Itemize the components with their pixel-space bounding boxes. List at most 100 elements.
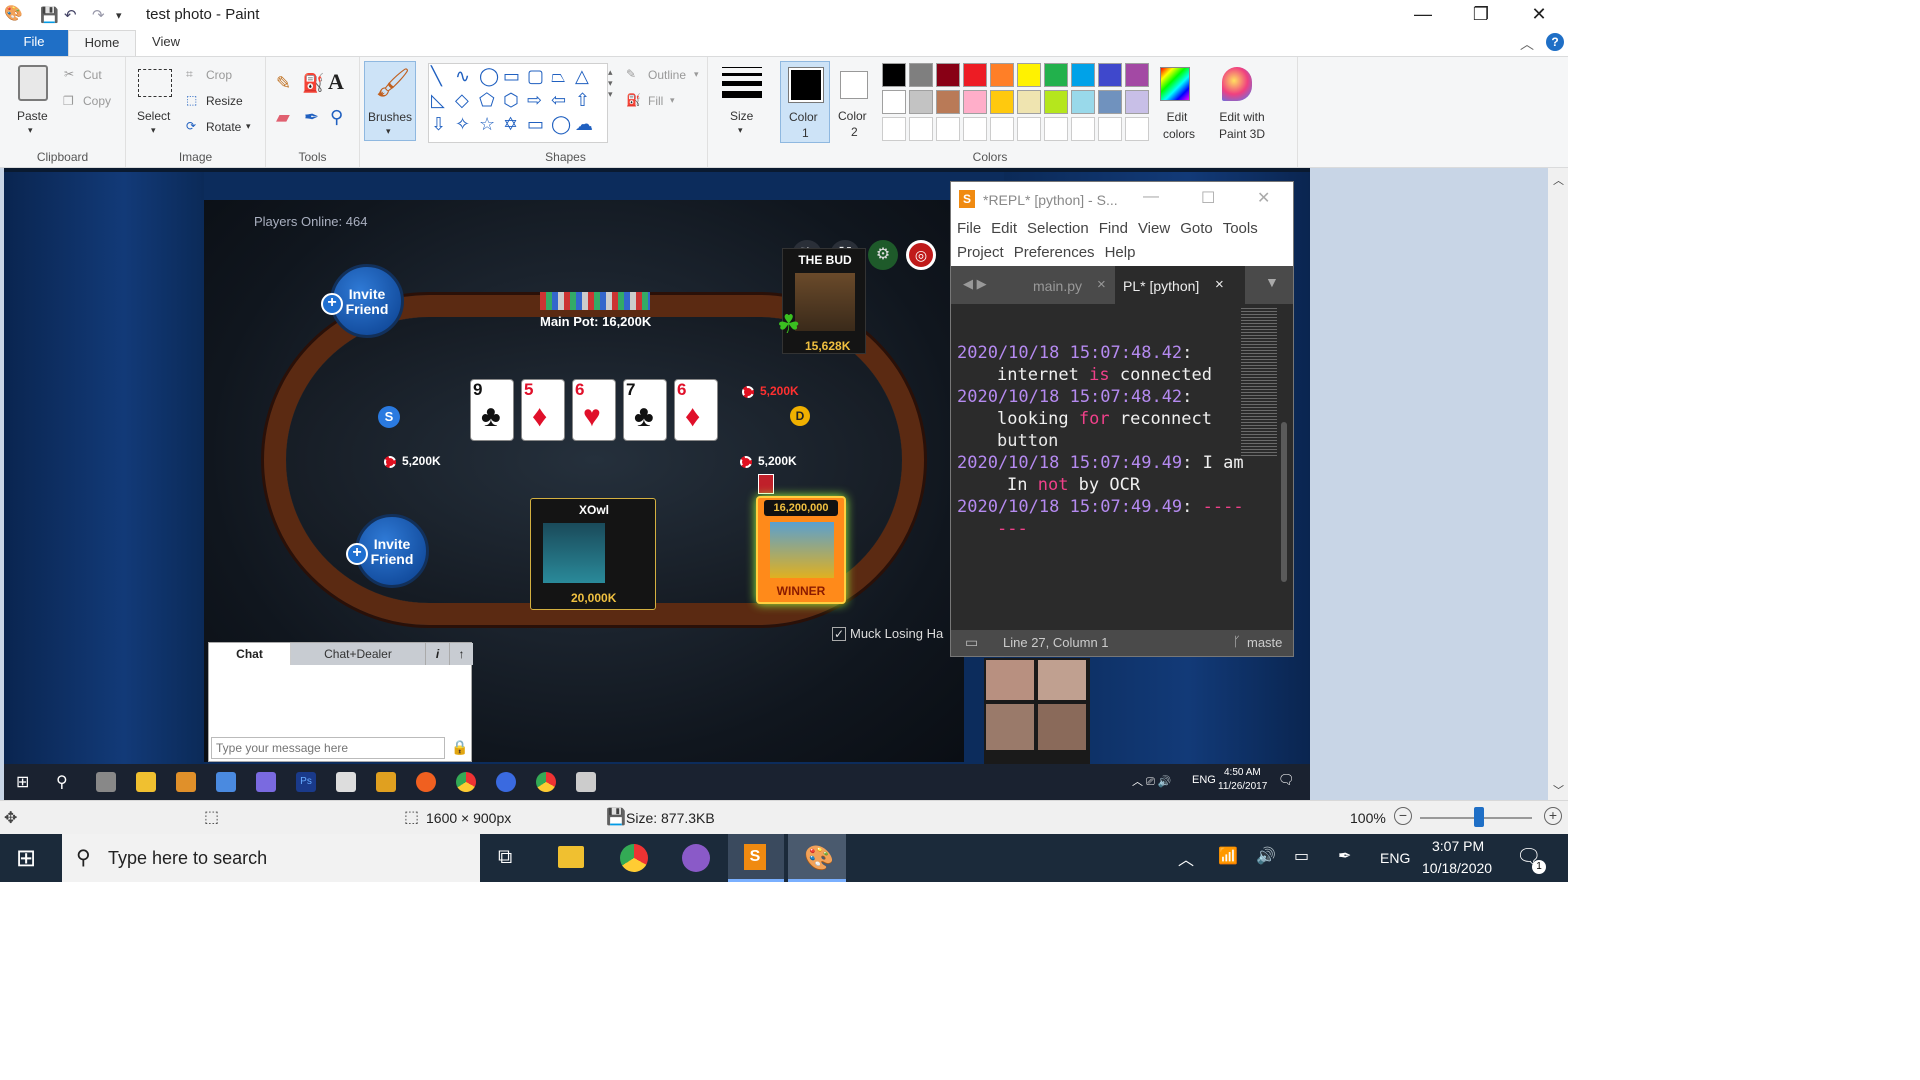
fill-dropdown-icon[interactable]: ▾ [670, 95, 675, 106]
shapes-scroll-icon[interactable]: ▴ ▾ ▾ [608, 67, 613, 100]
zoom-in-button[interactable]: + [1544, 807, 1562, 825]
palette-color-swatch[interactable] [882, 90, 906, 114]
task-view-icon[interactable]: ⧉ [498, 846, 512, 869]
sublime-close-button[interactable]: ✕ [1257, 188, 1270, 208]
sublime-menu-item[interactable]: Selection [1027, 220, 1089, 237]
minimap[interactable] [1241, 306, 1277, 456]
player-seat-bud[interactable]: THE BUD ☘ 15,628K [777, 248, 866, 354]
rotate-dropdown-icon[interactable]: ▾ [246, 121, 251, 132]
palette-color-swatch[interactable] [963, 90, 987, 114]
pencil-icon[interactable]: ✎ [276, 73, 291, 94]
tab-scroll-arrows-icon[interactable]: ◀ ▶ [963, 276, 987, 292]
sublime-menu-item[interactable]: Edit [991, 220, 1017, 237]
customize-quick-access-icon[interactable]: ▾ [116, 9, 122, 22]
zoom-slider-thumb[interactable] [1474, 807, 1484, 827]
clock-time[interactable]: 3:07 PM [1432, 838, 1484, 854]
right-arrow-shape-icon[interactable]: ⇨ [527, 90, 542, 111]
size-button[interactable]: Size [730, 109, 753, 123]
palette-color-swatch[interactable] [1125, 63, 1149, 87]
select-icon[interactable] [138, 69, 172, 97]
wifi-icon[interactable]: 📶 [1218, 846, 1238, 866]
six-point-star-shape-icon[interactable]: ✡ [503, 114, 518, 135]
tab-chat[interactable]: Chat [209, 643, 291, 665]
palette-color-swatch[interactable] [1044, 90, 1068, 114]
four-point-star-shape-icon[interactable]: ✧ [455, 114, 470, 135]
custom-color-slot[interactable] [909, 117, 933, 141]
edit-colors-icon[interactable] [1160, 67, 1190, 101]
tab-close-icon[interactable]: × [1215, 276, 1224, 293]
start-button[interactable]: ⊞ [16, 844, 36, 873]
right-triangle-shape-icon[interactable]: ◺ [431, 90, 445, 111]
sublime-menu-item[interactable]: Project [957, 244, 1004, 261]
pentagon-shape-icon[interactable]: ⬠ [479, 90, 495, 111]
player-seat-xowl[interactable]: XOwl 20,000K [530, 498, 656, 610]
custom-color-slot[interactable] [1098, 117, 1122, 141]
minimize-button[interactable]: — [1400, 2, 1446, 28]
text-tool-icon[interactable]: A [328, 69, 344, 95]
sublime-menu-item[interactable]: Preferences [1014, 244, 1095, 261]
tab-chat-dealer[interactable]: Chat+Dealer [291, 643, 425, 665]
oval-shape-icon[interactable]: ◯ [479, 66, 499, 87]
palette-color-swatch[interactable] [1071, 90, 1095, 114]
edit-with-paint3d-button[interactable]: Edit with Paint 3D [1212, 109, 1272, 143]
color2-button[interactable]: Color 2 [832, 61, 878, 143]
size-dropdown-icon[interactable]: ▾ [738, 125, 743, 136]
callout-cloud-shape-icon[interactable]: ☁ [575, 114, 593, 135]
language-indicator[interactable]: ENG [1380, 850, 1410, 866]
select-dropdown-icon[interactable]: ▾ [151, 125, 156, 136]
shapes-gallery[interactable]: ╲ ∿ ◯ ▭ ▢ ⏢ △ ◺ ◇ ⬠ ⬡ ⇨ ⇦ ⇧ ⇩ ✧ ☆ ✡ ▭ ◯ … [428, 63, 608, 143]
line-shape-icon[interactable]: ╲ [431, 66, 442, 87]
palette-color-swatch[interactable] [963, 63, 987, 87]
tab-view[interactable]: View [136, 30, 196, 56]
sublime-menu-item[interactable]: View [1138, 220, 1170, 237]
tab-repl-active[interactable]: PL* [python] × [1115, 266, 1245, 304]
rounded-rectangle-shape-icon[interactable]: ▢ [527, 66, 544, 87]
palette-color-swatch[interactable] [882, 63, 906, 87]
clock-date[interactable]: 10/18/2020 [1422, 860, 1492, 876]
paste-icon[interactable] [18, 65, 48, 101]
palette-color-swatch[interactable] [1017, 90, 1041, 114]
chat-info-icon[interactable]: i [425, 643, 449, 665]
scroll-down-icon[interactable]: ﹀ [1553, 782, 1564, 798]
muck-losing-hands-checkbox[interactable]: ✓ Muck Losing Ha [832, 626, 943, 641]
vertical-scrollbar[interactable]: ︿ ﹀ [1548, 168, 1568, 800]
sublime-menu-item[interactable]: File [957, 220, 981, 237]
taskbar-sublime-button[interactable]: S [728, 834, 784, 882]
custom-color-slot[interactable] [1017, 117, 1041, 141]
invite-friend-button-top[interactable]: + Invite Friend [321, 264, 404, 338]
select-button[interactable]: Select [137, 109, 170, 123]
chrome-icon[interactable] [620, 844, 648, 872]
player-seat-winner[interactable]: 16,200,000 WINNER [756, 496, 846, 604]
github-desktop-icon[interactable] [682, 844, 710, 872]
curve-shape-icon[interactable]: ∿ [455, 66, 470, 87]
palette-color-swatch[interactable] [936, 63, 960, 87]
save-icon[interactable]: 💾 [40, 6, 59, 24]
collapse-ribbon-icon[interactable]: ︿ [1520, 34, 1534, 54]
help-icon[interactable]: ? [1546, 33, 1564, 51]
redo-icon[interactable]: ↷ [92, 6, 105, 24]
palette-color-swatch[interactable] [990, 63, 1014, 87]
invite-friend-button-bottom[interactable]: + Invite Friend [346, 514, 429, 588]
outline-dropdown-icon[interactable]: ▾ [694, 69, 699, 80]
palette-color-swatch[interactable] [1125, 90, 1149, 114]
palette-color-swatch[interactable] [936, 90, 960, 114]
paste-button[interactable]: Paste [17, 109, 48, 123]
brushes-button[interactable]: 🖌 Brushes ▾ [364, 61, 416, 141]
lifebuoy-help-icon[interactable]: ◎ [906, 240, 936, 270]
triangle-shape-icon[interactable]: △ [575, 66, 589, 87]
maximize-button[interactable]: ❐ [1458, 2, 1504, 28]
custom-color-slot[interactable] [963, 117, 987, 141]
zoom-out-button[interactable]: − [1394, 807, 1412, 825]
sublime-menu-item[interactable]: Find [1099, 220, 1128, 237]
tab-close-icon[interactable]: × [1097, 276, 1106, 293]
chat-message-input[interactable] [211, 737, 445, 759]
color1-button[interactable]: Color 1 [780, 61, 830, 143]
fill-button[interactable]: Fill [648, 94, 663, 108]
polygon-shape-icon[interactable]: ⏢ [551, 66, 565, 87]
paint3d-icon[interactable] [1222, 67, 1252, 101]
sublime-menu-item[interactable]: Tools [1223, 220, 1258, 237]
sublime-menu-item[interactable]: Goto [1180, 220, 1213, 237]
custom-color-slot[interactable] [1071, 117, 1095, 141]
callout-oval-shape-icon[interactable]: ◯ [551, 114, 571, 135]
eraser-icon[interactable]: ▰ [276, 107, 290, 128]
